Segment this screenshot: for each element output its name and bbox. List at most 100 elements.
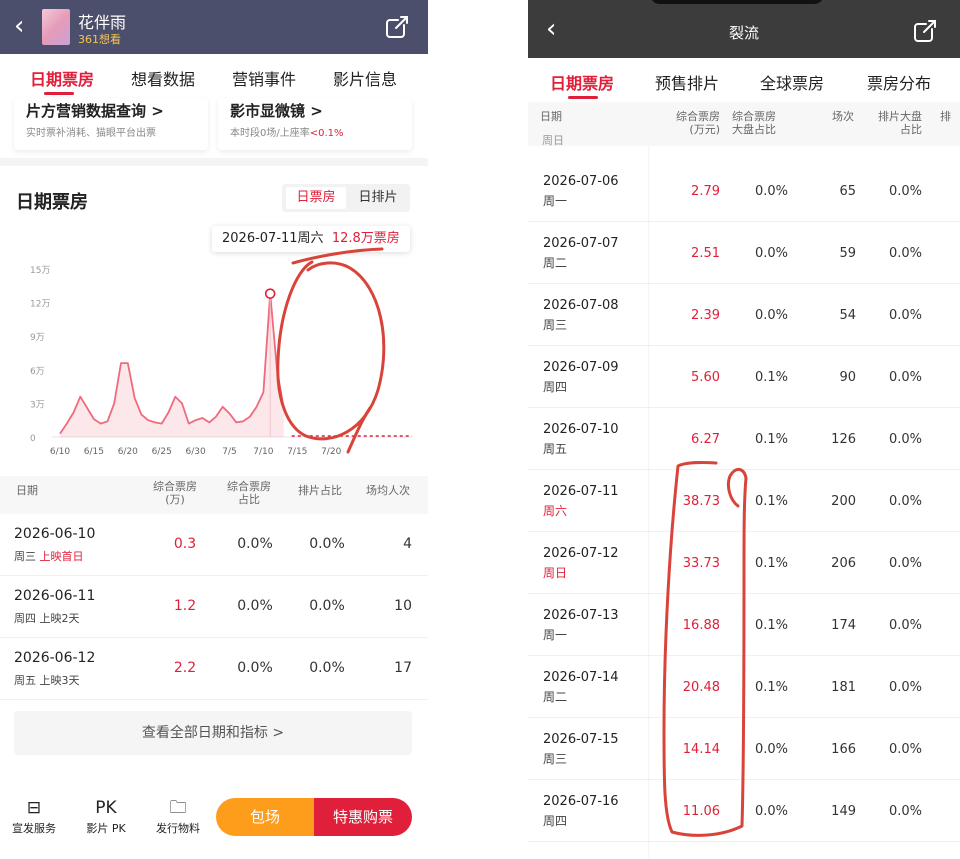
row-boxoffice: 33.73 bbox=[682, 556, 720, 571]
chart-tooltip: 2026-07-11周六 12.8万票房 bbox=[212, 226, 410, 252]
header-boxoffice-share: 综合票房 占比 bbox=[227, 480, 271, 506]
tab-marketing-events[interactable]: 营销事件 bbox=[232, 66, 296, 90]
x-tick-label: 6/25 bbox=[152, 447, 172, 457]
row-weekday: 周三 bbox=[543, 752, 568, 766]
active-tab-indicator bbox=[44, 92, 74, 95]
movie-title: 花伴雨 bbox=[78, 13, 127, 32]
row-boxoffice: 14.14 bbox=[682, 742, 720, 757]
row-shows: 126 bbox=[831, 432, 856, 447]
table-row[interactable]: 2026-07-13 周一 16.88 0.1% 174 0.0% bbox=[528, 594, 960, 656]
row-market-share: 0.1% bbox=[754, 432, 788, 447]
row-shows: 174 bbox=[831, 618, 856, 633]
row-market-share: 0.1% bbox=[754, 618, 788, 633]
row-boxoffice-share: 0.0% bbox=[237, 660, 273, 676]
private-screening-button[interactable]: 包场 bbox=[216, 798, 314, 836]
row-boxoffice: 2.51 bbox=[691, 246, 720, 261]
promo-service-icon: ⊟ bbox=[26, 798, 42, 818]
row-boxoffice-share: 0.0% bbox=[237, 598, 273, 614]
row-schedule-share: 0.0% bbox=[888, 432, 922, 447]
row-weekday: 周二 bbox=[543, 256, 568, 270]
promo-service-button[interactable]: ⊟ 宣发服务 bbox=[4, 798, 64, 836]
table-row[interactable]: 2026-06-12 周五 上映3天 2.2 0.0% 0.0% 17 bbox=[0, 638, 428, 700]
table-row[interactable]: 2026-07-12 周日 33.73 0.1% 206 0.0% bbox=[528, 532, 960, 594]
tab-movie-info[interactable]: 影片信息 bbox=[333, 66, 397, 90]
row-date: 2026-06-11 bbox=[14, 588, 96, 604]
row-schedule-share: 0.0% bbox=[309, 660, 345, 676]
table-row[interactable]: 2026-07-16 周四 11.06 0.0% 149 0.0% bbox=[528, 780, 960, 842]
share-icon[interactable] bbox=[912, 18, 938, 44]
toggle-daily-boxoffice[interactable]: 日票房 bbox=[286, 187, 346, 209]
table-row[interactable]: 2026-07-10 周五 6.27 0.1% 126 0.0% bbox=[528, 408, 960, 470]
row-schedule-share: 0.0% bbox=[888, 370, 922, 385]
share-icon[interactable] bbox=[384, 14, 410, 40]
marketing-data-card-title: 片方营销数据查询 > bbox=[26, 102, 164, 120]
table-row[interactable]: 2026-07-07 周二 2.51 0.0% 59 0.0% bbox=[528, 222, 960, 284]
header-schedule-share: 排片占比 bbox=[298, 484, 342, 497]
row-boxoffice: 38.73 bbox=[682, 494, 720, 509]
table-row[interactable]: 2026-07-14 周二 20.48 0.1% 181 0.0% bbox=[528, 656, 960, 718]
row-weekday: 周日 bbox=[543, 566, 568, 580]
marketing-data-card[interactable]: 片方营销数据查询 > 实时票补消耗、猫眼平台出票 bbox=[14, 98, 208, 150]
movie-pk-button[interactable]: PK 影片 PK bbox=[76, 798, 136, 836]
row-boxoffice: 1.2 bbox=[173, 598, 197, 614]
row-boxoffice: 20.48 bbox=[682, 680, 720, 695]
table-row[interactable]: 2026-07-11 周六 38.73 0.1% 200 0.0% bbox=[528, 470, 960, 532]
table-row[interactable]: 2026-07-15 周三 14.14 0.0% 166 0.0% bbox=[528, 718, 960, 780]
frozen-column-shadow bbox=[648, 146, 650, 859]
row-schedule-share: 0.0% bbox=[888, 742, 922, 757]
phone-notch bbox=[650, 0, 824, 4]
row-boxoffice-share: 0.0% bbox=[237, 536, 273, 552]
chart-mode-toggle: 日票房 日排片 bbox=[282, 184, 410, 212]
tab-daily-boxoffice[interactable]: 日期票房 bbox=[550, 70, 614, 94]
bottom-bar: ⊟ 宣发服务 PK 影片 PK 🗀 发行物料 包场 特惠购票 bbox=[0, 790, 428, 859]
row-avg-attendance: 17 bbox=[394, 660, 412, 676]
table-row[interactable]: 2026-07-09 周四 5.60 0.1% 90 0.0% bbox=[528, 346, 960, 408]
header-shows: 场次 bbox=[832, 110, 854, 123]
tab-presale-schedule[interactable]: 预售排片 bbox=[655, 70, 719, 94]
row-shows: 166 bbox=[831, 742, 856, 757]
x-tick-label: 7/20 bbox=[321, 447, 341, 457]
row-shows: 54 bbox=[839, 308, 856, 323]
row-shows: 206 bbox=[831, 556, 856, 571]
row-shows: 65 bbox=[839, 184, 856, 199]
pk-icon: PK bbox=[95, 798, 117, 818]
row-market-share: 0.0% bbox=[754, 184, 788, 199]
row-market-share: 0.1% bbox=[754, 494, 788, 509]
left-tab-bar: 日期票房 想看数据 营销事件 影片信息 bbox=[0, 56, 428, 98]
table-row[interactable]: 2026-06-10 周三 上映首日 0.3 0.0% 0.0% 4 bbox=[0, 514, 428, 576]
row-avg-attendance: 4 bbox=[403, 536, 412, 552]
movie-poster-thumbnail[interactable] bbox=[42, 9, 70, 45]
y-tick-label: 12万 bbox=[30, 300, 50, 310]
row-date: 2026-07-07 bbox=[543, 236, 619, 251]
x-tick-label: 6/30 bbox=[185, 447, 205, 457]
table-row[interactable]: 2026-06-11 周四 上映2天 1.2 0.0% 0.0% 10 bbox=[0, 576, 428, 638]
row-market-share: 0.0% bbox=[754, 804, 788, 819]
tab-daily-boxoffice[interactable]: 日期票房 bbox=[30, 66, 94, 90]
table-row[interactable]: 2026-07-06 周一 2.79 0.0% 65 0.0% bbox=[528, 160, 960, 222]
row-date: 2026-07-08 bbox=[543, 298, 619, 313]
tab-want-data[interactable]: 想看数据 bbox=[131, 66, 195, 90]
highlight-point bbox=[264, 288, 276, 299]
back-icon[interactable]: ‹ bbox=[14, 12, 24, 40]
row-boxoffice: 2.39 bbox=[691, 308, 720, 323]
marketing-data-card-sub: 实时票补消耗、猫眼平台出票 bbox=[26, 128, 156, 139]
y-tick-label: 3万 bbox=[30, 400, 45, 410]
right-header: ‹ 裂流 bbox=[528, 0, 960, 58]
tab-global-boxoffice[interactable]: 全球票房 bbox=[760, 70, 824, 94]
tab-boxoffice-distribution[interactable]: 票房分布 bbox=[867, 70, 931, 94]
left-header: ‹ 花伴雨 361想看 bbox=[0, 0, 428, 54]
row-weekday: 周三 bbox=[543, 318, 568, 332]
view-all-dates-button[interactable]: 查看全部日期和指标 > bbox=[14, 711, 412, 755]
table-row[interactable]: 2026-07-08 周三 2.39 0.0% 54 0.0% bbox=[528, 284, 960, 346]
row-date: 2026-07-06 bbox=[543, 174, 619, 189]
toggle-daily-schedule[interactable]: 日排片 bbox=[348, 187, 408, 209]
header-schedule-share: 排片大盘 占比 bbox=[878, 110, 922, 136]
distribution-materials-button[interactable]: 🗀 发行物料 bbox=[148, 798, 208, 836]
row-shows: 149 bbox=[831, 804, 856, 819]
row-schedule-share: 0.0% bbox=[888, 556, 922, 571]
right-tab-bar: 日期票房 预售排片 全球票房 票房分布 bbox=[528, 58, 960, 102]
boxoffice-chart[interactable]: 0 3万 6万 9万 12万 15万 6/10 6/15 6/20 6/25 6/30 7/5 7/10… bbox=[0, 255, 428, 470]
row-weekday-note: 周四 上映2天 bbox=[14, 612, 80, 625]
market-microscope-card[interactable]: 影市显微镜 > 本时段0场/上座率<0.1% bbox=[218, 98, 412, 150]
discount-ticket-button[interactable]: 特惠购票 bbox=[314, 798, 412, 836]
